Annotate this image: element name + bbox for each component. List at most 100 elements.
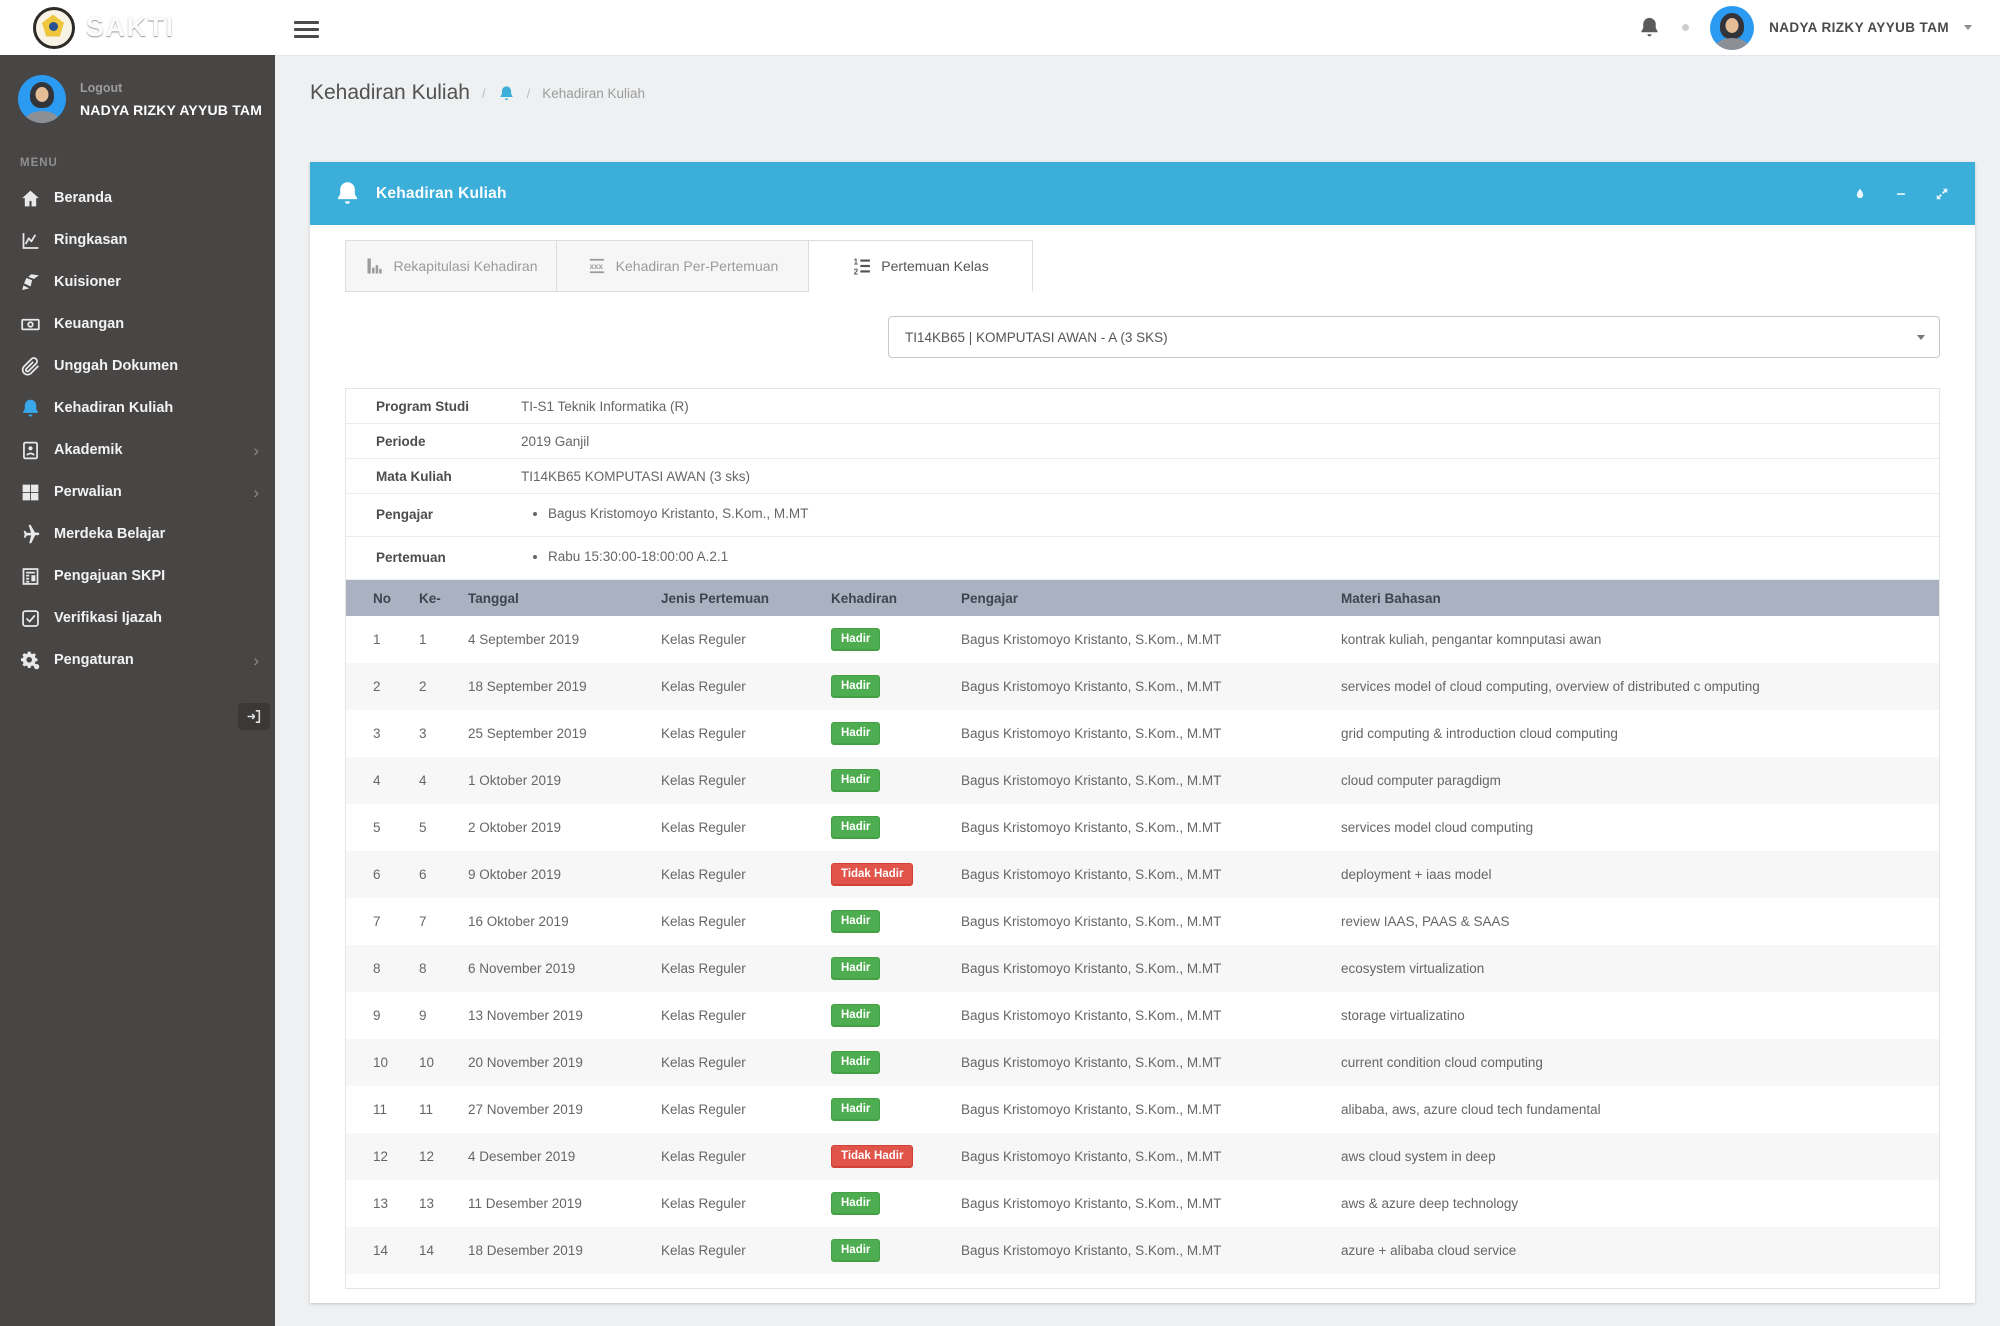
cell-tanggal: 4 Desember 2019 — [468, 1133, 661, 1180]
cell-kehadiran: Hadir — [831, 1039, 961, 1086]
cell-tanggal: 9 Oktober 2019 — [468, 851, 661, 898]
grid-icon — [20, 482, 41, 503]
chevron-right-icon: › — [253, 484, 259, 501]
table-row: 131311 Desember 2019Kelas RegulerHadirBa… — [346, 1180, 1939, 1227]
sidebar-item-pengaturan[interactable]: Pengaturan › — [0, 639, 275, 681]
info-value-list: Bagus Kristomoyo Kristanto, S.Kom., M.MT — [521, 506, 808, 521]
cell-tanggal: 6 November 2019 — [468, 945, 661, 992]
sidebar-item-kuisioner[interactable]: Kuisioner — [0, 261, 275, 303]
table-row: 2218 September 2019Kelas RegulerHadirBag… — [346, 663, 1939, 710]
info-label: Program Studi — [376, 398, 521, 414]
info-value-item: Rabu 15:30:00-18:00:00 A.2.1 — [548, 549, 728, 564]
gears-icon — [20, 650, 41, 671]
table-row: 101020 November 2019Kelas RegulerHadirBa… — [346, 1039, 1939, 1086]
chevron-right-icon: › — [253, 442, 259, 459]
chart-line-icon — [20, 230, 41, 251]
sidebar-item-akademik[interactable]: Akademik› — [0, 429, 275, 471]
expand-icon[interactable] — [1935, 187, 1949, 201]
cell-materi: alibaba, aws, azure cloud tech fundament… — [1341, 1086, 1939, 1133]
tab-kehadiran-per-pertemuan[interactable]: xxxKehadiran Per-Pertemuan — [557, 240, 809, 292]
cell-pengajar: Bagus Kristomoyo Kristanto, S.Kom., M.MT — [961, 898, 1341, 945]
attendance-badge: Hadir — [831, 722, 880, 746]
cell-ke: 6 — [419, 851, 468, 898]
tab-pertemuan-kelas[interactable]: 12Pertemuan Kelas — [809, 240, 1033, 292]
chevron-down-icon — [1964, 25, 1972, 30]
cell-materi: azure + alibaba cloud service — [1341, 1227, 1939, 1274]
attendance-table: NoKe-TanggalJenis PertemuanKehadiranPeng… — [346, 580, 1939, 1274]
cell-materi: storage virtualizatino — [1341, 992, 1939, 1039]
cell-pengajar: Bagus Kristomoyo Kristanto, S.Kom., M.MT — [961, 663, 1341, 710]
notifications-bell-icon[interactable] — [1638, 16, 1661, 39]
cell-no: 9 — [346, 992, 419, 1039]
sidebar-item-kehadiran-kuliah[interactable]: Kehadiran Kuliah — [0, 387, 275, 429]
sidebar-item-label: Kuisioner — [54, 274, 121, 290]
tab-bar: Rekapitulasi KehadiranxxxKehadiran Per-P… — [345, 240, 1940, 292]
sidebar-collapse-button[interactable] — [238, 703, 270, 730]
bell-icon — [20, 398, 41, 419]
sidebar-item-pengajuan-skpi[interactable]: Pengajuan SKPI — [0, 555, 275, 597]
newspaper-icon — [20, 566, 41, 587]
tint-icon[interactable] — [1853, 187, 1867, 201]
sidebar-item-merdeka-belajar[interactable]: Merdeka Belajar — [0, 513, 275, 555]
sidebar-item-label: Merdeka Belajar — [54, 526, 165, 542]
cell-kehadiran: Hadir — [831, 1227, 961, 1274]
attendance-badge: Tidak Hadir — [831, 863, 913, 887]
info-value-list: Rabu 15:30:00-18:00:00 A.2.1 — [521, 549, 728, 564]
chevron-down-icon — [1917, 335, 1925, 340]
cell-no: 12 — [346, 1133, 419, 1180]
cell-no: 2 — [346, 663, 419, 710]
course-info: Program StudiTI-S1 Teknik Informatika (R… — [346, 389, 1939, 580]
info-label: Mata Kuliah — [376, 468, 521, 484]
sidebar-item-label: Verifikasi Ijazah — [54, 610, 162, 626]
course-select[interactable]: TI14KB65 | KOMPUTASI AWAN - A (3 SKS) — [888, 316, 1940, 358]
user-avatar[interactable] — [1710, 6, 1754, 50]
logout-link[interactable]: Logout — [80, 81, 262, 95]
info-value: TI-S1 Teknik Informatika (R) — [521, 398, 689, 414]
tab-rekapitulasi-kehadiran[interactable]: Rekapitulasi Kehadiran — [345, 240, 557, 292]
cell-kehadiran: Hadir — [831, 804, 961, 851]
sidebar-item-label: Ringkasan — [54, 232, 127, 248]
minimize-icon[interactable] — [1894, 187, 1908, 201]
column-header: Materi Bahasan — [1341, 580, 1939, 616]
check-square-icon — [20, 608, 41, 629]
cell-ke: 12 — [419, 1133, 468, 1180]
cell-no: 14 — [346, 1227, 419, 1274]
menu-toggle-button[interactable] — [290, 13, 324, 43]
tab-strikethrough-icon: xxx — [587, 256, 607, 276]
info-label: Pengajar — [376, 506, 521, 522]
panel-bell-icon — [334, 180, 361, 207]
sidebar-item-label: Pengaturan — [54, 652, 134, 668]
cell-ke: 14 — [419, 1227, 468, 1274]
cell-pengajar: Bagus Kristomoyo Kristanto, S.Kom., M.MT — [961, 1086, 1341, 1133]
sidebar-user-avatar[interactable] — [18, 75, 66, 123]
sidebar-item-keuangan[interactable]: Keuangan — [0, 303, 275, 345]
cell-pengajar: Bagus Kristomoyo Kristanto, S.Kom., M.MT — [961, 710, 1341, 757]
sidebar-item-unggah-dokumen[interactable]: Unggah Dokumen — [0, 345, 275, 387]
cell-kehadiran: Hadir — [831, 1180, 961, 1227]
sidebar-item-label: Unggah Dokumen — [54, 358, 178, 374]
sidebar-item-label: Pengajuan SKPI — [54, 568, 165, 584]
cell-kehadiran: Tidak Hadir — [831, 851, 961, 898]
cell-ke: 3 — [419, 710, 468, 757]
table-row: 552 Oktober 2019Kelas RegulerHadirBagus … — [346, 804, 1939, 851]
tab-list-ol-icon: 12 — [852, 256, 872, 276]
main-content: Kehadiran Kuliah / / Kehadiran Kuliah Ke… — [275, 55, 2000, 1326]
user-menu[interactable]: NADYA RIZKY AYYUB TAM — [1769, 20, 1949, 35]
info-row: PengajarBagus Kristomoyo Kristanto, S.Ko… — [346, 494, 1939, 537]
chevron-right-icon: › — [253, 652, 259, 669]
info-row: Mata KuliahTI14KB65 KOMPUTASI AWAN (3 sk… — [346, 459, 1939, 494]
sidebar-item-beranda[interactable]: Beranda — [0, 177, 275, 219]
id-card-icon — [20, 440, 41, 461]
cell-no: 6 — [346, 851, 419, 898]
sidebar-item-ringkasan[interactable]: Ringkasan — [0, 219, 275, 261]
sidebar-item-verifikasi-ijazah[interactable]: Verifikasi Ijazah — [0, 597, 275, 639]
cell-ke: 4 — [419, 757, 468, 804]
course-select-row: TI14KB65 | KOMPUTASI AWAN - A (3 SKS) — [345, 316, 1940, 358]
sidebar-item-perwalian[interactable]: Perwalian› — [0, 471, 275, 513]
cell-tanggal: 18 Desember 2019 — [468, 1227, 661, 1274]
cell-no: 5 — [346, 804, 419, 851]
info-label: Pertemuan — [376, 549, 521, 565]
attendance-badge: Hadir — [831, 1239, 880, 1263]
attendance-badge: Hadir — [831, 675, 880, 699]
cell-pengajar: Bagus Kristomoyo Kristanto, S.Kom., M.MT — [961, 616, 1341, 663]
